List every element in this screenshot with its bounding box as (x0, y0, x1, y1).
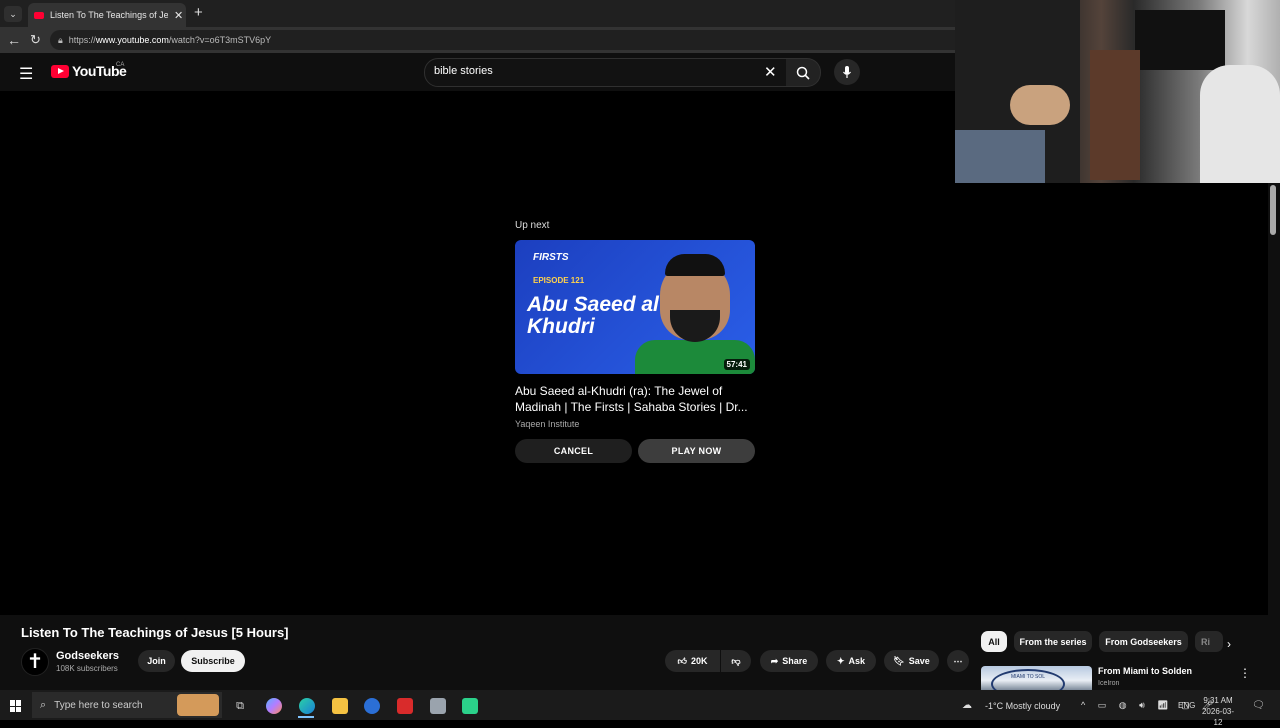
up-next-channel[interactable]: Yaqeen Institute (515, 419, 579, 429)
recommended-thumbnail-text: MIAMI TO SOL (991, 669, 1065, 690)
lock-icon: 🔒︎ (58, 35, 63, 45)
like-button[interactable]: 👍︎ 20K (665, 650, 720, 672)
sparkle-icon: ✦ (836, 655, 845, 666)
up-next-label: Up next (515, 220, 550, 231)
browser-tab[interactable]: Listen To The Teachings of Jesus [5 ✕ (28, 3, 186, 27)
up-next-thumbnail[interactable]: FIRSTS EPISODE 121 Abu Saeed al Khudri 5… (515, 240, 755, 374)
thumbnail-episode-text: EPISODE 121 (533, 276, 585, 285)
chip-all[interactable]: All (981, 631, 1007, 652)
dislike-button[interactable]: 👎︎ (721, 650, 751, 672)
cancel-button[interactable]: CANCEL (515, 439, 632, 463)
app-icon[interactable] (430, 698, 446, 714)
active-app-indicator (298, 716, 314, 718)
hamburger-menu-icon[interactable]: ☰ (19, 64, 33, 84)
back-arrow-icon[interactable]: ← (7, 32, 21, 48)
new-tab-plus-icon[interactable]: + (194, 4, 203, 21)
url-host: www.youtube.com (95, 35, 169, 45)
voice-search-button[interactable] (834, 59, 860, 85)
search-query[interactable]: bible stories (434, 65, 493, 77)
chip-from-the-series[interactable]: From the series (1014, 631, 1092, 652)
save-label: Save (908, 656, 930, 666)
share-arrow-icon: ➦ (770, 655, 779, 666)
task-view-icon[interactable]: ⧉ (232, 698, 248, 714)
share-button[interactable]: ➦ Share (760, 650, 818, 672)
app-green-icon[interactable] (462, 698, 478, 714)
webcam-overlay (955, 0, 1280, 183)
duration-badge: 57:41 (723, 359, 750, 370)
youtube-favicon-icon (34, 11, 44, 19)
join-button[interactable]: Join (138, 650, 175, 672)
microphone-icon (843, 66, 851, 78)
ask-label: Ask (848, 656, 866, 666)
like-count: 20K (690, 656, 708, 666)
url-scheme: https:// (68, 35, 96, 45)
subscribe-button[interactable]: Subscribe (181, 650, 245, 672)
channel-name[interactable]: Godseekers (56, 650, 119, 662)
tab-title: Listen To The Teachings of Jesus [5 (50, 10, 168, 20)
reload-icon[interactable]: ↻ (30, 32, 41, 48)
search-icon: ⌕ (40, 698, 47, 711)
search-icon (796, 66, 810, 80)
ask-button[interactable]: ✦ Ask (826, 650, 876, 672)
weather-cloud-icon[interactable]: ☁ (962, 700, 972, 711)
clear-search-icon[interactable]: ✕ (764, 63, 777, 81)
taskbar-search-box[interactable]: ⌕ Type here to search (32, 692, 222, 718)
clock-date: 2026-03-12 (1201, 707, 1235, 727)
play-now-button[interactable]: PLAY NOW (638, 439, 755, 463)
thumbnail-series-text: FIRSTS (533, 252, 569, 263)
taskbar-search-placeholder: Type here to search (54, 699, 143, 711)
thumbnail-name-text: Abu Saeed al Khudri (527, 293, 659, 338)
url-path: /watch?v=o6T3mSTV6pY (168, 35, 272, 45)
system-tray-icons[interactable]: ^ ▭ ◍ 🔊︎ 📶︎ ▢ 🎤︎ (1081, 700, 1219, 711)
thumbs-down-icon: 👎︎ (731, 655, 741, 666)
recommended-title[interactable]: From Miami to Solden (1098, 666, 1192, 676)
edge-browser-icon[interactable] (299, 698, 315, 714)
youtube-play-icon (51, 64, 69, 78)
page-scrollbar[interactable] (1268, 183, 1280, 690)
search-button[interactable] (786, 58, 821, 87)
up-next-title[interactable]: Abu Saeed al-Khudri (ra): The Jewel of M… (515, 383, 755, 415)
tab-close-icon[interactable]: ✕ (174, 9, 183, 22)
recommended-thumbnail[interactable]: MIAMI TO SOL (981, 666, 1092, 690)
input-language[interactable]: ENG (1178, 701, 1195, 710)
copilot-icon[interactable] (266, 698, 282, 714)
kebab-menu-icon[interactable]: ⋮ (1239, 666, 1251, 680)
share-label: Share (782, 656, 808, 666)
windows-start-icon[interactable] (10, 700, 22, 712)
weather-text[interactable]: -1°C Mostly cloudy (985, 701, 1060, 711)
channel-avatar[interactable]: ✝ (21, 648, 49, 676)
more-actions-icon[interactable]: ⋯ (947, 650, 969, 672)
tab-list-chevron-icon[interactable]: ⌄ (4, 6, 22, 22)
chevron-right-icon[interactable]: › (1227, 637, 1231, 651)
clock-time: 9:31 AM (1203, 696, 1233, 705)
search-highlight-image (177, 694, 219, 716)
chip-related[interactable]: Ri (1195, 631, 1223, 652)
notification-icon[interactable]: 🗨︎ (1252, 700, 1265, 711)
chip-from-godseekers[interactable]: From Godseekers (1099, 631, 1188, 652)
thumbs-up-icon: 👍︎ (677, 655, 687, 666)
mail-icon[interactable] (364, 698, 380, 714)
save-button[interactable]: 🔖︎ Save (884, 650, 939, 672)
subscriber-count: 108K subscribers (56, 664, 118, 673)
country-code: CA (116, 62, 125, 68)
clock[interactable]: 9:31 AM 2026-03-12 (1200, 695, 1236, 728)
scrollbar-thumb[interactable] (1270, 185, 1276, 235)
recommended-channel: IceIron (1098, 680, 1120, 687)
gift-app-icon[interactable] (397, 698, 413, 714)
bookmark-icon: 🔖︎ (893, 655, 905, 666)
video-title: Listen To The Teachings of Jesus [5 Hour… (21, 625, 289, 640)
file-explorer-icon[interactable] (332, 698, 348, 714)
